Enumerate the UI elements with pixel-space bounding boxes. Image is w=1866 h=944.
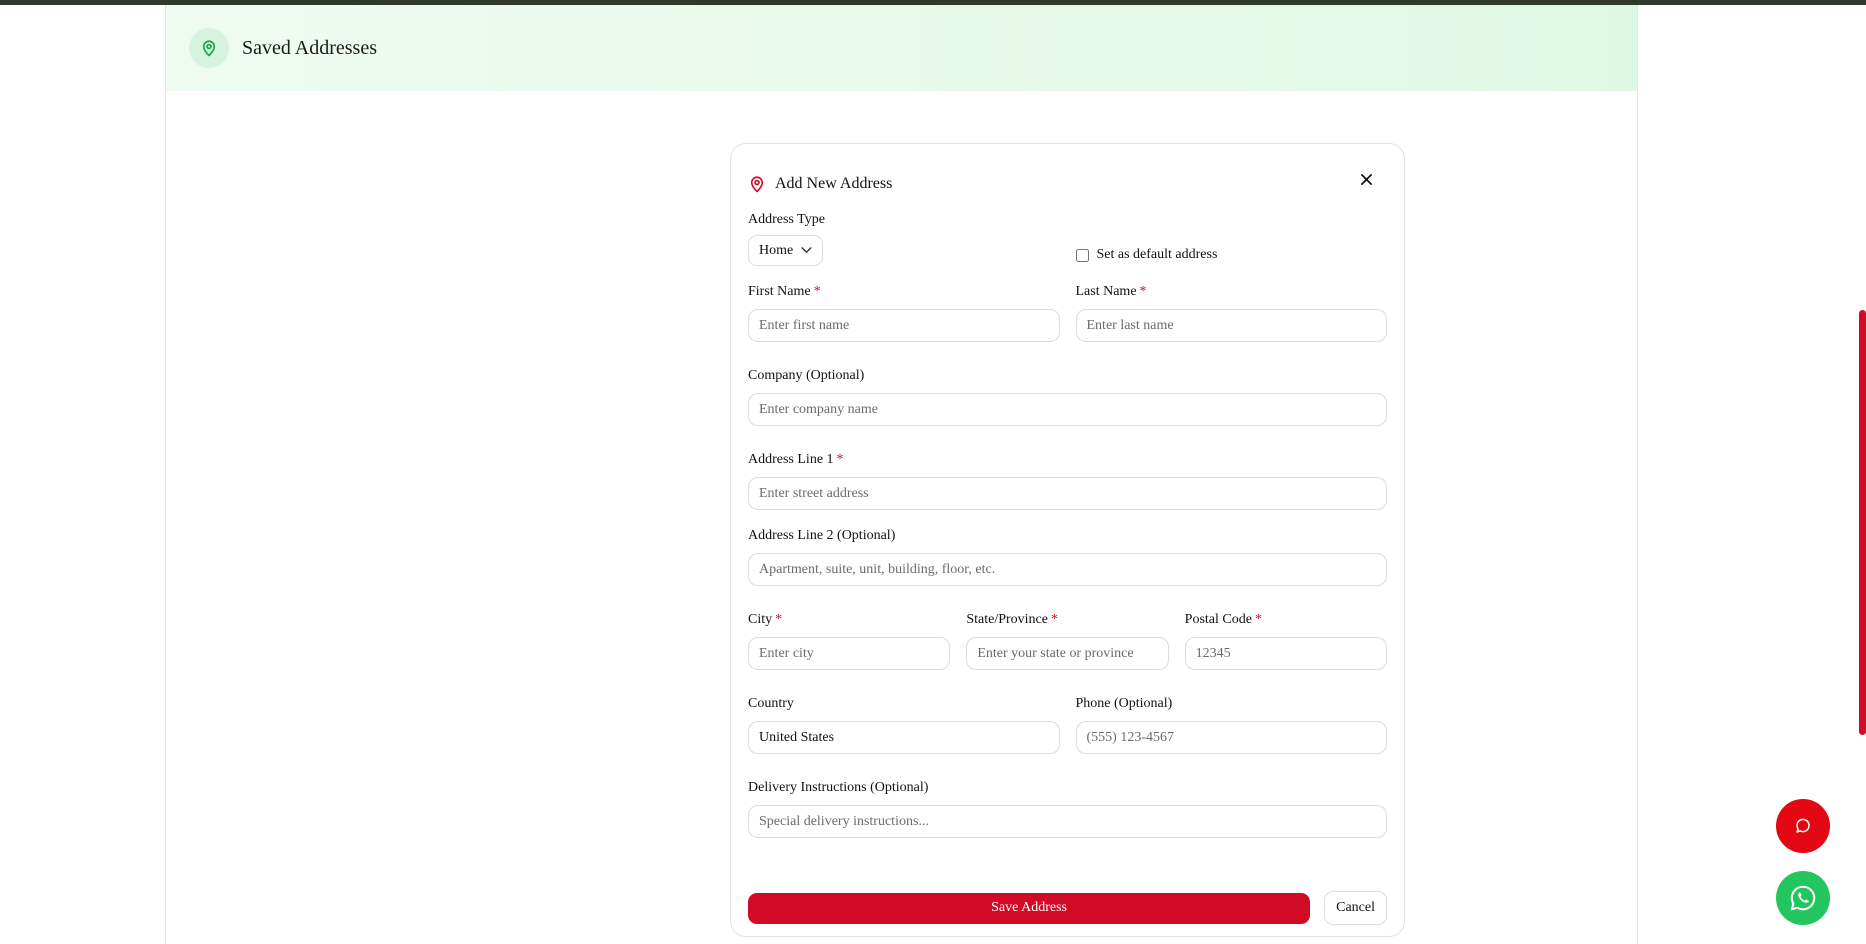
close-icon (1360, 173, 1372, 185)
chevron-down-icon (801, 247, 812, 253)
company-group: Company (Optional) (748, 368, 1387, 426)
form-title: Add New Address (775, 175, 893, 192)
name-row: First Name* Last Name* (748, 284, 1387, 342)
address-type-select[interactable]: Home (748, 235, 824, 266)
address-line-2-group: Address Line 2 (Optional) (748, 528, 1387, 586)
close-button[interactable] (1354, 167, 1378, 191)
city-label: City * (748, 612, 783, 627)
section-header: Saved Addresses (166, 5, 1637, 91)
first-name-label: First Name * (748, 284, 821, 299)
state-label: State/Province * (966, 612, 1058, 627)
delivery-instructions-group: Delivery Instructions (Optional) (748, 780, 1387, 838)
postal-code-label: Postal Code * (1184, 612, 1262, 627)
delivery-instructions-field[interactable] (748, 805, 1387, 838)
chat-bubble-icon (1796, 818, 1810, 833)
save-address-button[interactable]: Save Address (748, 892, 1311, 924)
company-label: Company (Optional) (748, 368, 865, 383)
whatsapp-icon (1790, 885, 1816, 911)
country-label: Country (748, 696, 794, 711)
address-line-1-group: Address Line 1 * (748, 452, 1387, 510)
page-card: Saved Addresses Add New Address Address … (165, 5, 1638, 944)
default-address-option[interactable]: Set as default address (1075, 247, 1388, 263)
country-field[interactable] (748, 721, 1060, 754)
delivery-instructions-label: Delivery Instructions (Optional) (748, 780, 929, 795)
postal-code-field[interactable] (1184, 637, 1387, 670)
address-line-1-field[interactable] (748, 477, 1387, 510)
cancel-button[interactable]: Cancel (1324, 891, 1387, 925)
address-type-row: Address Type Home Set as default address (748, 212, 1387, 266)
city-state-postal-row: City* State/Province* Postal Code* (748, 612, 1387, 670)
first-name-field[interactable] (748, 309, 1060, 342)
page-title: Saved Addresses (242, 36, 377, 59)
address-line-1-label: Address Line 1 * (748, 452, 844, 467)
default-address-label: Set as default address (1096, 247, 1218, 262)
form-header: Add New Address (748, 144, 1387, 212)
address-type-label: Address Type (748, 212, 825, 227)
map-pin-icon (189, 28, 229, 68)
address-type-value: Home (759, 242, 794, 258)
last-name-label: Last Name * (1075, 284, 1147, 299)
default-address-checkbox[interactable] (1075, 248, 1089, 262)
city-field[interactable] (748, 637, 951, 670)
scrollbar-thumb[interactable] (1859, 310, 1866, 735)
form-actions: Save Address Cancel (748, 891, 1387, 925)
whatsapp-button[interactable] (1776, 871, 1830, 925)
state-field[interactable] (966, 637, 1169, 670)
phone-label: Phone (Optional) (1075, 696, 1173, 711)
chat-button[interactable] (1776, 799, 1830, 853)
address-line-2-label: Address Line 2 (Optional) (748, 528, 896, 543)
last-name-field[interactable] (1075, 309, 1387, 342)
add-address-form: Add New Address Address Type Home Set as… (730, 143, 1405, 937)
phone-field[interactable] (1075, 721, 1387, 754)
country-phone-row: Country Phone (Optional) (748, 696, 1387, 754)
company-field[interactable] (748, 393, 1387, 426)
address-line-2-field[interactable] (748, 553, 1387, 586)
map-pin-icon (748, 174, 766, 194)
